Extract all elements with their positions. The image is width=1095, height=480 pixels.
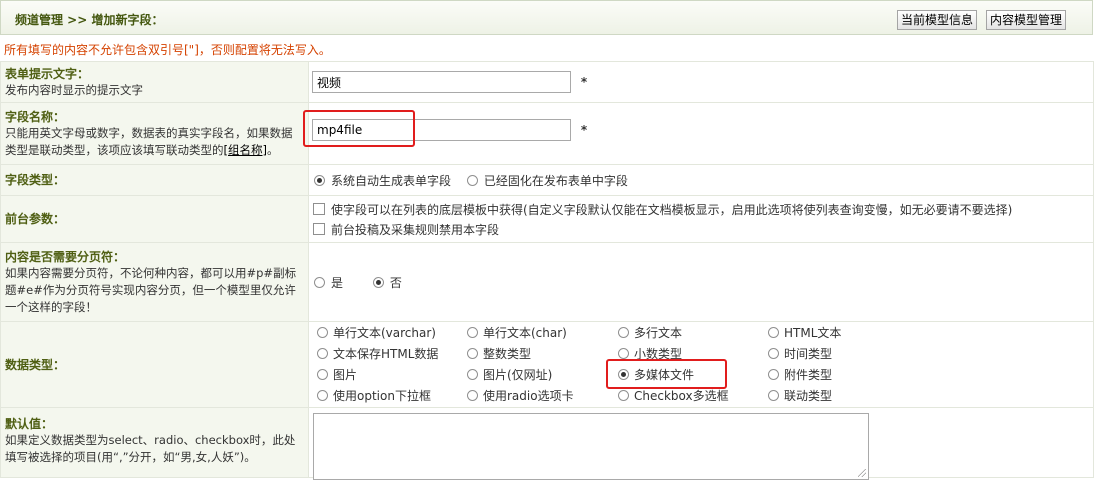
radio-unselected[interactable] <box>768 348 779 359</box>
field-name-input[interactable] <box>312 118 571 141</box>
data-type-option-label: 多行文本 <box>634 326 683 340</box>
model-info-button[interactable]: 当前模型信息 <box>897 10 978 30</box>
data-type-option[interactable]: 附件类型 <box>768 366 832 383</box>
row-field-type: 字段类型： 系统自动生成表单字段 已经固化在发布表单中字段 <box>0 164 1094 196</box>
field-name-desc-end: 。 <box>266 142 279 157</box>
pagebreak-label: 内容是否需要分页符： <box>5 249 126 264</box>
data-type-options: 单行文本(varchar) 单行文本(char) 多行文本 HTML文本文本保存HTM… <box>310 323 1093 407</box>
required-mark: * <box>580 75 588 89</box>
radio-unselected[interactable] <box>466 174 478 186</box>
data-type-option-label: 文本保存HTML数据 <box>333 347 439 361</box>
checkbox[interactable] <box>313 223 325 235</box>
data-type-option-label: 小数类型 <box>634 347 683 361</box>
radio-unselected[interactable] <box>467 369 478 380</box>
data-type-option[interactable]: 时间类型 <box>768 345 832 362</box>
radio-unselected[interactable] <box>618 390 629 401</box>
row-data-type: 数据类型： 单行文本(varchar) 单行文本(char) 多行文本 HTML文本文… <box>0 321 1094 408</box>
data-type-option[interactable]: 使用radio选项卡 <box>467 387 574 404</box>
data-type-option[interactable]: 联动类型 <box>768 387 832 404</box>
data-type-label: 数据类型： <box>5 357 66 372</box>
default-value-label: 默认值： <box>5 417 54 431</box>
checkbox[interactable] <box>313 203 325 215</box>
radio-unselected[interactable] <box>317 327 328 338</box>
pagebreak-desc-3: 一个这样的字段！ <box>5 299 97 314</box>
page-header: 频道管理 >> 增加新字段： 当前模型信息 内容模型管理 <box>0 0 1093 35</box>
pagebreak-desc-2: 题#e#作为分页符号实现内容分页，但一个模型里仅允许 <box>5 282 296 297</box>
default-value-textarea[interactable] <box>313 413 869 480</box>
breadcrumb: 频道管理 >> 增加新字段： <box>15 13 164 27</box>
radio-selected[interactable] <box>314 174 325 186</box>
data-type-option[interactable]: 小数类型 <box>618 345 682 362</box>
frontend-params-label: 前台参数： <box>5 212 66 226</box>
data-type-option-label: 使用radio选项卡 <box>483 389 574 403</box>
row-frontend-params: 前台参数： 使字段可以在列表的底层模板中获得(自定义字段默认仅能在文档模板显示，… <box>0 195 1094 243</box>
radio-selected[interactable] <box>618 369 629 380</box>
radio-unselected[interactable] <box>768 327 779 338</box>
data-type-option[interactable]: 单行文本(varchar) <box>317 324 436 341</box>
radio-selected[interactable] <box>372 276 384 288</box>
data-type-option-label: 单行文本(char) <box>483 326 567 340</box>
field-type-label: 字段类型： <box>5 173 66 187</box>
radio-unselected[interactable] <box>618 348 629 359</box>
radio-unselected[interactable] <box>467 348 478 359</box>
data-type-option[interactable]: 图片 <box>317 366 357 383</box>
row-pagebreak: 内容是否需要分页符： 如果内容需要分页符，不论何种内容，都可以用#p#副标 题#… <box>0 242 1094 322</box>
data-type-option-label: 图片(仅网址) <box>483 368 553 382</box>
data-type-option-label: Checkbox多选框 <box>634 389 729 403</box>
default-value-desc-1: 如果定义数据类型为select、radio、checkbox时，此处 <box>5 433 296 447</box>
group-name-link: [组名称] <box>223 142 267 157</box>
field-name-desc-2: 类型是联动类型，该项应该填写联动类型的 <box>5 142 224 157</box>
data-type-option[interactable]: 多媒体文件 <box>618 366 694 383</box>
radio-unselected[interactable] <box>467 327 478 338</box>
radio-unselected[interactable] <box>768 369 779 380</box>
data-type-option-label: 联动类型 <box>784 389 833 403</box>
data-type-option[interactable]: 文本保存HTML数据 <box>317 345 438 362</box>
radio-unselected[interactable] <box>768 390 779 401</box>
radio-unselected[interactable] <box>317 348 328 359</box>
default-value-desc-2: 填写被选择的项目(用“,”分开，如“男,女,人妖”)。 <box>5 450 256 464</box>
data-type-option[interactable]: 使用option下拉框 <box>317 387 431 404</box>
row-field-name: 字段名称： 只能用英文字母或数字，数据表的真实字段名，如果数据 类型是联动类型，… <box>0 102 1094 165</box>
data-type-option[interactable]: Checkbox多选框 <box>618 387 729 404</box>
model-manage-button[interactable]: 内容模型管理 <box>986 10 1067 30</box>
data-type-option[interactable]: 图片(仅网址) <box>467 366 552 383</box>
field-type-option-auto[interactable]: 系统自动生成表单字段 <box>314 172 451 189</box>
required-mark: * <box>580 122 588 137</box>
data-type-option-label: 使用option下拉框 <box>333 389 431 403</box>
data-type-option[interactable]: 多行文本 <box>618 324 682 341</box>
notice-text: 所有填写的内容不允许包含双引号["]，否则配置将无法写入。 <box>4 43 331 57</box>
data-type-option[interactable]: 整数类型 <box>467 345 531 362</box>
data-type-option-label: 图片 <box>333 368 358 382</box>
radio-unselected[interactable] <box>317 390 328 401</box>
form-hint-label: 表单提示文字： <box>5 66 90 81</box>
radio-unselected[interactable] <box>317 369 328 380</box>
data-type-option-label: 时间类型 <box>784 347 833 361</box>
pagebreak-option-no[interactable]: 否 <box>372 274 402 291</box>
data-type-option-label: 单行文本(varchar) <box>333 326 436 340</box>
frontend-disable-checkbox-option[interactable]: 前台投稿及采集规则禁用本字段 <box>313 219 499 239</box>
row-form-hint: 表单提示文字： 发布内容时显示的提示文字 * <box>0 61 1094 103</box>
data-type-option-label: HTML文本 <box>784 326 842 340</box>
pagebreak-option-yes[interactable]: 是 <box>314 274 343 291</box>
data-type-option-label: 整数类型 <box>483 347 532 361</box>
frontend-list-checkbox-option[interactable]: 使字段可以在列表的底层模板中获得(自定义字段默认仅能在文档模板显示，启用此选项将… <box>313 199 1012 219</box>
field-type-option-fixed[interactable]: 已经固化在发布表单中字段 <box>466 172 628 189</box>
data-type-option-label: 附件类型 <box>784 368 833 382</box>
data-type-option[interactable]: HTML文本 <box>768 324 841 341</box>
resize-handle[interactable] <box>858 469 866 477</box>
form-hint-desc: 发布内容时显示的提示文字 <box>5 82 143 97</box>
radio-unselected[interactable] <box>467 390 478 401</box>
field-name-desc-1: 只能用英文字母或数字，数据表的真实字段名，如果数据 <box>5 125 293 140</box>
radio-unselected[interactable] <box>314 276 325 288</box>
field-name-label: 字段名称： <box>5 109 66 124</box>
radio-unselected[interactable] <box>618 327 629 338</box>
pagebreak-desc-1: 如果内容需要分页符，不论何种内容，都可以用#p#副标 <box>5 265 297 280</box>
data-type-option-label: 多媒体文件 <box>634 368 695 382</box>
form-hint-input[interactable] <box>312 71 571 93</box>
data-type-option[interactable]: 单行文本(char) <box>467 324 567 341</box>
